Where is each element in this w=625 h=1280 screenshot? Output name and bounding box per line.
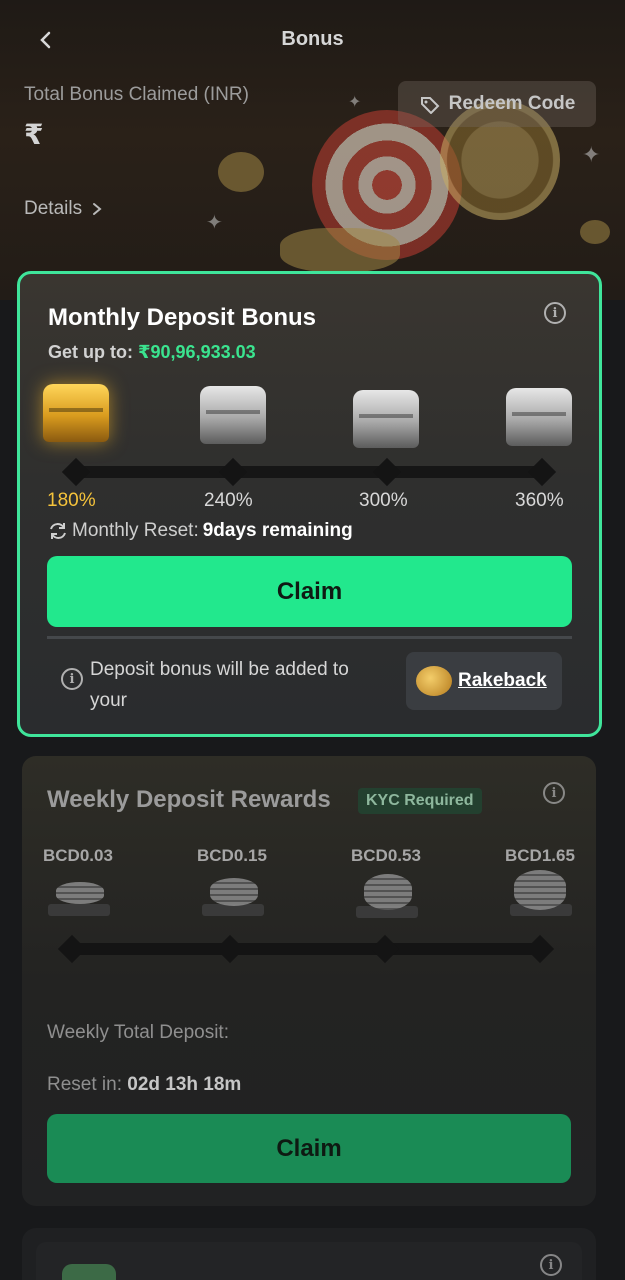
getup-label: Get up to: xyxy=(48,342,133,362)
details-label: Details xyxy=(24,198,83,219)
tier-marker xyxy=(527,457,557,487)
total-bonus-label: Total Bonus Claimed (INR) xyxy=(24,84,249,105)
getup-text: Get up to: ₹90,96,933.03 xyxy=(48,342,256,363)
weekly-reset: Reset in: 02d 13h 18m xyxy=(47,1074,241,1096)
reward-amount: BCD0.15 xyxy=(197,846,267,865)
reward-amount: BCD0.53 xyxy=(351,846,421,865)
deposit-note: Deposit bonus will be added to your xyxy=(90,659,349,711)
weekly-deposit-card: Weekly Deposit Rewards KYC Required i BC… xyxy=(22,756,596,1206)
coin-stack-icon xyxy=(56,882,104,904)
monthly-claim-button[interactable]: Claim xyxy=(47,556,572,627)
sparkle-icon: ✦ xyxy=(206,212,223,234)
coin-stack-icon xyxy=(514,870,566,910)
tier-marker xyxy=(370,934,400,964)
silver-chest-icon xyxy=(506,388,572,446)
bonus-card-inner xyxy=(36,1242,582,1280)
reward-amount: BCD0.03 xyxy=(43,846,113,865)
bonus-card: i xyxy=(22,1228,596,1280)
monthly-reset: Monthly Reset: 9days remaining xyxy=(48,520,353,542)
tier-label: 240% xyxy=(204,490,253,511)
coin-stack-icon xyxy=(364,874,412,910)
getup-amount: ₹90,96,933.03 xyxy=(138,342,256,362)
gold-chest-icon xyxy=(43,384,109,442)
progress-track xyxy=(72,466,550,478)
reset-value: 9days remaining xyxy=(202,520,353,541)
redeem-code-button[interactable]: Redeem Code xyxy=(398,81,596,127)
info-icon[interactable]: i xyxy=(543,782,565,804)
details-link[interactable]: Details xyxy=(24,198,102,220)
rakeback-link[interactable]: Rakeback xyxy=(458,670,547,692)
sparkle-icon: ✦ xyxy=(582,142,601,167)
silver-chest-icon xyxy=(200,386,266,444)
refresh-icon xyxy=(50,523,66,539)
tag-icon xyxy=(420,97,440,114)
chevron-right-icon xyxy=(93,203,102,215)
tier-marker xyxy=(57,934,87,964)
tier-marker xyxy=(215,934,245,964)
weekly-total-label: Weekly Total Deposit: xyxy=(47,1022,229,1043)
tier-marker xyxy=(61,457,91,487)
tier-label: 360% xyxy=(515,490,564,511)
coin-stack-icon xyxy=(210,878,258,906)
top-bar: Bonus xyxy=(0,0,625,80)
reward-amount: BCD1.65 xyxy=(505,846,575,865)
coin-illustration xyxy=(580,220,610,244)
page-title: Bonus xyxy=(281,28,344,50)
total-bonus-amount: ₹ xyxy=(24,119,44,150)
weekly-reset-label: Reset in: xyxy=(47,1074,122,1095)
weekly-reset-value: 02d 13h 18m xyxy=(127,1074,242,1095)
redeem-code-label: Redeem Code xyxy=(448,93,576,114)
coin-plate xyxy=(48,904,110,916)
bonus-logo-icon xyxy=(62,1264,116,1280)
reset-label: Monthly Reset: xyxy=(72,520,199,541)
sparkle-icon: ✦ xyxy=(348,94,362,111)
weekly-progress-track xyxy=(68,943,546,955)
tier-marker xyxy=(525,934,555,964)
weekly-title: Weekly Deposit Rewards xyxy=(47,786,331,813)
monthly-deposit-card: Monthly Deposit Bonus i Get up to: ₹90,9… xyxy=(17,271,602,737)
monthly-title: Monthly Deposit Bonus xyxy=(48,304,316,331)
info-icon[interactable]: i xyxy=(540,1254,562,1276)
tier-label: 300% xyxy=(359,490,408,511)
tier-marker xyxy=(218,457,248,487)
tier-label: 180% xyxy=(47,490,96,511)
info-icon[interactable]: i xyxy=(544,302,566,324)
rakeback-chip[interactable]: Rakeback xyxy=(406,652,562,710)
tier-marker xyxy=(372,457,402,487)
coin-stack-illustration xyxy=(280,228,400,272)
piggy-bank-icon xyxy=(416,666,452,696)
divider xyxy=(47,636,572,639)
kyc-badge: KYC Required xyxy=(358,788,482,814)
weekly-claim-button[interactable]: Claim xyxy=(47,1114,571,1183)
silver-chest-icon xyxy=(353,390,419,448)
info-icon: i xyxy=(61,668,83,690)
coin-illustration xyxy=(218,152,264,192)
